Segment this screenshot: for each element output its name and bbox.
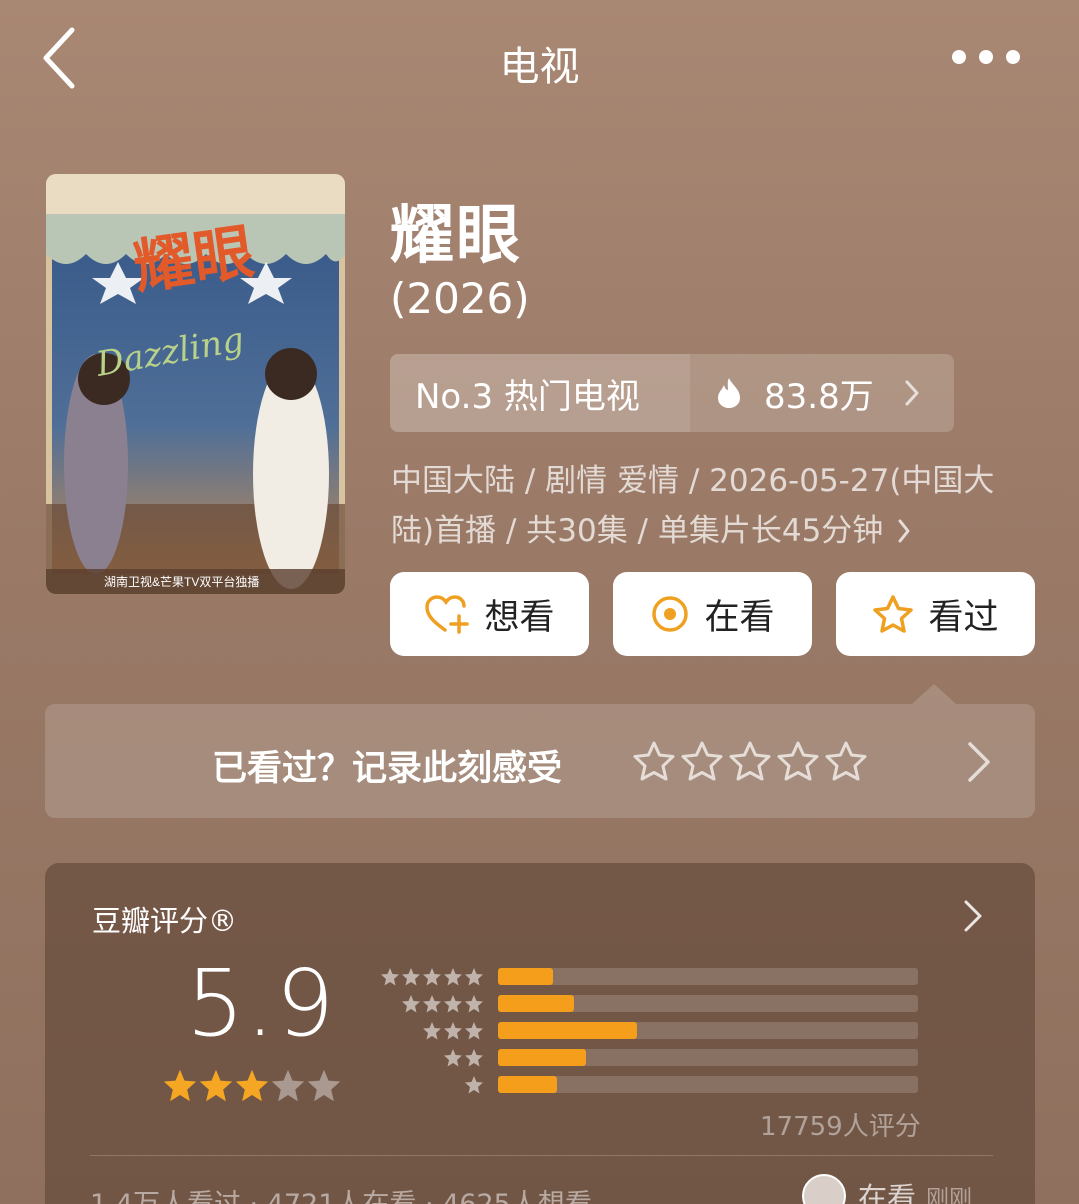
star-empty-icon [307,1069,341,1102]
distribution-track [498,968,918,985]
meta-line-1: 中国大陆 / 剧情 爱情 / 2026-05-27(中国大 [391,463,995,499]
friend-status-label: 在看 [858,1181,917,1204]
score-stars [162,1068,342,1104]
distribution-stars [376,967,484,987]
distribution-stars [376,1048,484,1068]
show-title: 耀眼 [390,199,522,273]
want-to-watch-label: 想看 [484,597,555,638]
distribution-bar [498,1076,557,1093]
star-outline-icon[interactable] [776,740,820,782]
star-outline-icon [873,595,914,633]
watching-label: 在看 [704,597,775,638]
star-icon [465,1048,483,1066]
distribution-bar [498,995,574,1012]
chevron-right-icon [898,519,910,543]
star-outline-icon[interactable] [632,740,676,782]
star-icon [381,967,399,985]
distribution-row [376,1071,918,1098]
star-icon [465,967,483,985]
star-icon [444,1021,462,1039]
distribution-row [376,1044,918,1071]
meta-line-2: 陆)首播 / 共30集 / 单集片长45分钟 [391,513,884,549]
fire-icon [718,378,740,408]
divider [90,1155,993,1156]
star-icon [465,1021,483,1039]
star-icon [444,967,462,985]
record-notch [912,684,956,704]
poster-banner-text: 湖南卫视&芒果TV双平台独播 [104,574,259,589]
rank-box: No.3 热门电视 83.8万 [390,354,954,432]
distribution-stars [376,1075,484,1095]
chevron-right-icon[interactable] [962,898,984,934]
distribution-row [376,963,918,990]
star-icon [465,994,483,1012]
heart-plus-icon [425,595,470,634]
star-filled-icon [199,1069,233,1102]
distribution-bar [498,1022,637,1039]
watched-label: 看过 [928,597,999,638]
show-meta[interactable]: 中国大陆 / 剧情 爱情 / 2026-05-27(中国大 陆)首播 / 共30… [391,456,1041,556]
star-icon [402,967,420,985]
distribution-track [498,995,918,1012]
distribution-track [498,1049,918,1066]
avatar [802,1174,846,1204]
rater-count: 17759人评分 [760,1112,921,1142]
distribution-bar [498,1049,587,1066]
page-title: 电视 [499,44,580,90]
star-icon [444,994,462,1012]
star-icon [402,994,420,1012]
star-icon [444,1048,462,1066]
friend-status[interactable]: 在看 刚刚 [802,1174,972,1204]
star-outline-icon[interactable] [824,740,868,782]
heat-value: 83.8万 [764,376,874,417]
target-circle-icon [652,596,689,632]
distribution-track [498,1076,918,1093]
rating-score: 5.9 [186,950,336,1057]
star-icon [423,994,441,1012]
distribution-track [498,1022,918,1039]
distribution-bar [498,968,553,985]
distribution-stars [376,994,484,1014]
watching-button[interactable]: 在看 [613,572,812,656]
more-dots-icon [952,50,1020,64]
star-filled-icon [235,1069,269,1102]
distribution-row [376,1017,918,1044]
record-prompt: 已看过？记录此刻感受 [212,749,563,789]
rating-distribution [376,963,918,1098]
star-icon [465,1075,483,1093]
star-icon [423,1021,441,1039]
friend-status-time: 刚刚 [926,1186,973,1204]
rating-label: 豆瓣评分® [92,904,238,938]
show-poster[interactable]: 耀眼 Dazzling 湖南卫视&芒果TV双平台独播 [46,174,345,594]
star-outline-icon[interactable] [680,740,724,782]
rank-label[interactable]: No.3 热门电视 [390,354,690,432]
distribution-stars [376,1021,484,1041]
want-to-watch-button[interactable]: 想看 [390,572,589,656]
show-year: (2026) [390,274,530,323]
distribution-row [376,990,918,1017]
heat-button[interactable]: 83.8万 [690,354,954,432]
more-button[interactable] [951,46,1021,68]
chevron-right-icon[interactable] [966,740,992,784]
star-outline-icon[interactable] [728,740,772,782]
star-filled-icon [163,1069,197,1102]
top-bar: 电视 [0,0,1079,115]
star-empty-icon [271,1069,305,1102]
watched-button[interactable]: 看过 [836,572,1035,656]
chevron-right-icon [905,380,919,406]
star-icon [423,967,441,985]
watch-stats[interactable]: 1.4万人看过 · 4721人在看 · 4625人想看 [90,1182,592,1204]
record-stars[interactable] [632,740,868,782]
